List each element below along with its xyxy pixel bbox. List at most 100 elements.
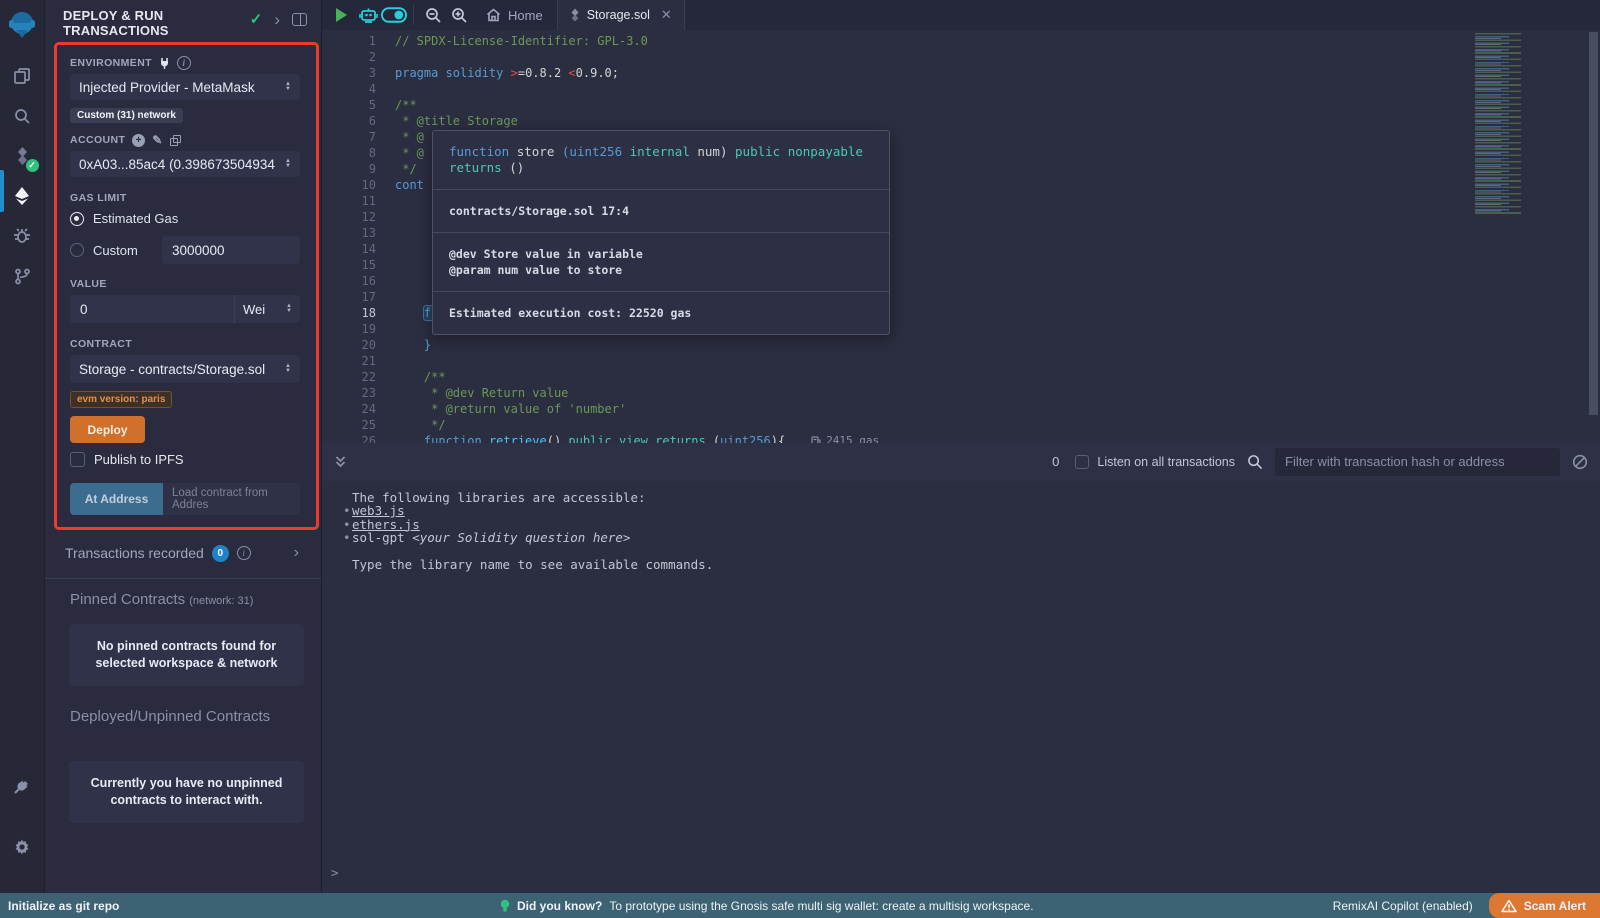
code-line: 24 * @return value of 'number' [322,401,1600,417]
account-select[interactable]: 0xA03...85ac4 (0.398673504934 ▲▼ [70,151,300,177]
collapse-panel-chevron-icon[interactable]: › [274,11,280,28]
sign-message-icon[interactable]: ✎ [152,133,162,147]
publish-ipfs-row[interactable]: Publish to IPFS [70,452,300,467]
editor-scrollbar[interactable] [1589,32,1598,415]
custom-gas-option[interactable]: Custom [70,236,300,264]
code-line: 23 * @dev Return value [322,385,1600,401]
gas-limit-label: GAS LIMIT [70,191,300,205]
tooltip-gas: Estimated execution cost: 22520 gas [433,292,889,334]
divider [413,5,414,25]
ai-copilot-robot-icon[interactable] [355,0,381,30]
terminal-line: •sol-gpt <your Solidity question here> [322,531,1600,545]
code-editor[interactable]: 1// SPDX-License-Identifier: GPL-3.023pr… [322,30,1600,443]
select-stepper-icon: ▲▼ [285,364,291,374]
code-line: 5/** [322,97,1600,113]
minimap[interactable] [1475,33,1533,215]
tooltip-doc: @dev Store value in variable @param num … [433,233,889,292]
search-icon[interactable] [0,96,45,136]
select-stepper-icon: ▲▼ [285,82,291,92]
terminal-tx-count: 0 [1052,454,1059,469]
terminal[interactable]: The following libraries are accessible: •… [322,481,1600,894]
code-line: 21 [322,353,1600,369]
transactions-expand-chevron-icon[interactable]: › [294,544,299,562]
code-line: 25 */ [322,417,1600,433]
code-line: 22 /** [322,369,1600,385]
divider [45,578,321,579]
zoom-out-icon[interactable] [420,0,446,30]
create-account-icon[interactable]: + [132,134,145,147]
tooltip-signature: function store (uint256 internal num) pu… [433,131,889,190]
listen-checkbox[interactable] [1075,455,1089,469]
terminal-line: The following libraries are accessible: [322,491,1600,505]
settings-gear-icon[interactable] [0,827,45,867]
code-line: 26 function retrieve() public view retur… [322,433,1600,443]
did-you-know-tip: Did you know? To prototype using the Gno… [500,899,1034,913]
deploy-run-panel: DEPLOY & RUN TRANSACTIONS ✓ › ENVIRONMEN… [45,0,322,893]
lightbulb-icon [500,899,510,913]
terminal-prompt[interactable]: > [331,866,339,880]
copilot-toggle-icon[interactable] [381,0,407,30]
estimated-gas-radio[interactable] [70,212,84,226]
at-address-input[interactable]: Load contract from Addres [163,483,300,515]
estimated-gas-option[interactable]: Estimated Gas [70,211,300,226]
deploy-button[interactable]: Deploy [70,416,145,443]
filter-transactions-input[interactable]: Filter with transaction hash or address [1275,448,1560,476]
terminal-link[interactable]: ethers.js [352,518,420,532]
at-address-button[interactable]: At Address [70,483,163,515]
tab-home[interactable]: Home [472,0,557,30]
annotation-red-box: ENVIRONMENT i Injected Provider - MetaMa… [54,42,319,530]
at-address-row: At Address Load contract from Addres [70,483,300,515]
pin-panel-icon[interactable] [292,13,307,26]
code-line: 20 } [322,337,1600,353]
transactions-info-icon[interactable]: i [237,546,251,560]
gas-estimate-annotation: 2415 gas [811,433,879,443]
plug-icon[interactable] [159,57,170,69]
contract-label: CONTRACT [70,337,300,351]
solidity-compiler-icon[interactable]: ✓ [0,136,45,176]
collapse-terminal-icon[interactable] [334,455,347,469]
custom-gas-radio[interactable] [70,243,84,257]
compile-success-badge: ✓ [26,159,39,172]
scam-alert-button[interactable]: Scam Alert [1489,893,1600,918]
close-tab-icon[interactable]: ✕ [661,7,672,23]
tab-storage-sol[interactable]: Storage.sol ✕ [557,0,685,30]
clear-console-icon[interactable] [1572,454,1588,470]
code-line: 2 [322,49,1600,65]
file-explorer-icon[interactable] [0,56,45,96]
value-unit-select[interactable]: Wei ▲▼ [234,295,300,323]
publish-ipfs-checkbox[interactable] [70,452,85,467]
panel-header: DEPLOY & RUN TRANSACTIONS ✓ › [45,0,321,42]
copy-account-icon[interactable] [170,135,181,146]
terminal-line: Type the library name to see available c… [322,558,1600,572]
icon-sidebar: ✓ [0,0,45,893]
terminal-link[interactable]: web3.js [352,504,405,518]
custom-gas-input[interactable] [162,236,300,264]
environment-select[interactable]: Injected Provider - MetaMask ▲▼ [70,74,300,100]
active-plugin-indicator [0,170,4,212]
code-line: 4 [322,81,1600,97]
panel-title: DEPLOY & RUN TRANSACTIONS [63,8,223,42]
plugin-manager-icon[interactable] [0,767,45,807]
copilot-status[interactable]: RemixAI Copilot (enabled) [1333,899,1473,913]
debugger-icon[interactable] [0,216,45,256]
value-label: VALUE [70,277,300,291]
transactions-count-badge: 0 [212,545,229,562]
terminal-lines: The following libraries are accessible: •… [322,491,1600,572]
environment-info-icon[interactable]: i [177,56,191,70]
git-icon[interactable] [0,256,45,296]
zoom-in-icon[interactable] [446,0,472,30]
code-line: 3pragma solidity >=0.8.2 <0.9.0; [322,65,1600,81]
solidity-file-icon [570,8,580,22]
transactions-recorded-row[interactable]: Transactions recorded 0 i › [45,536,321,570]
value-input[interactable]: 0 [70,302,234,317]
listen-all-transactions[interactable]: Listen on all transactions [1075,455,1235,469]
select-stepper-icon: ▲▼ [285,159,291,169]
remix-logo-icon[interactable] [5,8,39,42]
deploy-and-run-icon[interactable] [0,176,45,216]
contract-select[interactable]: Storage - contracts/Storage.sol ▲▼ [70,355,300,383]
run-script-play-icon[interactable] [336,8,347,22]
remix-ide-window: ✓ DEPLOY & RUN TRANSACTIONS ✓ › [0,0,1600,893]
git-init-status[interactable]: Initialize as git repo [0,899,322,913]
search-transactions-icon[interactable] [1247,454,1263,470]
account-label: ACCOUNT + ✎ [70,133,300,147]
